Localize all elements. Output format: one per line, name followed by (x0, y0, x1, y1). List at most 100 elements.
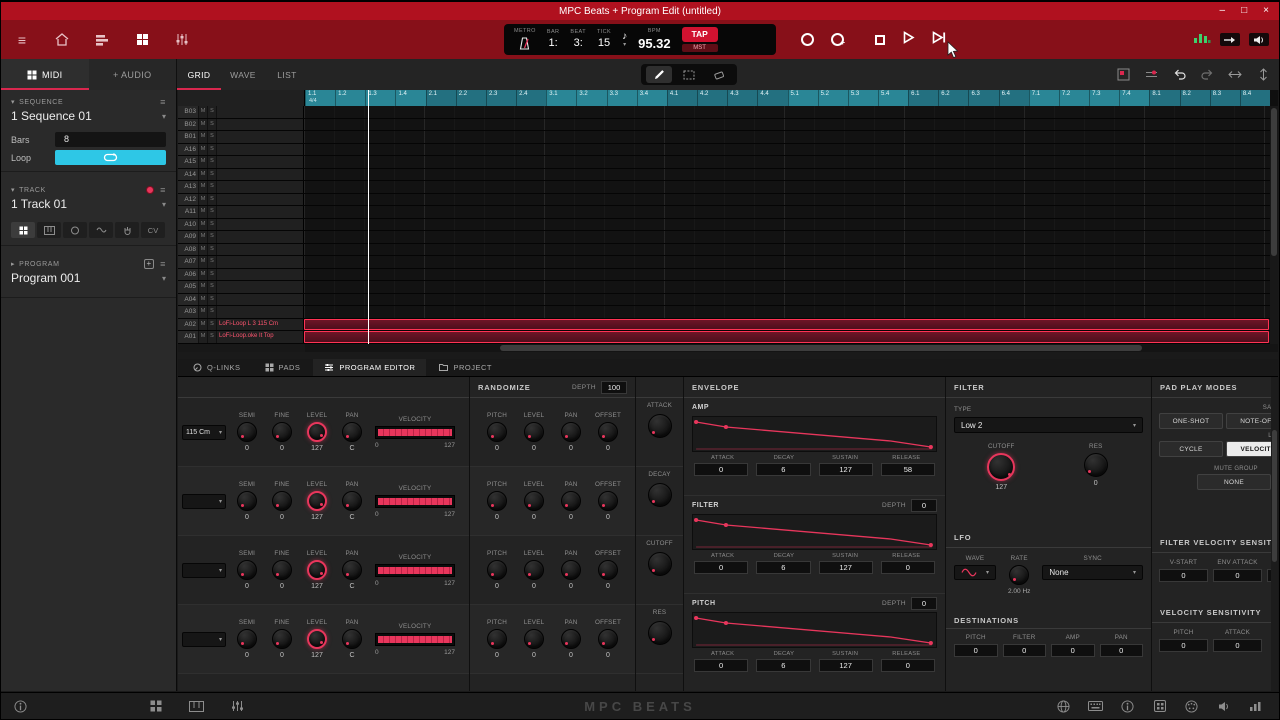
marquee-tool-button[interactable] (676, 66, 702, 83)
note-lane[interactable] (304, 206, 1270, 218)
randomize-offset-knob[interactable] (598, 560, 618, 580)
undo-icon[interactable] (1171, 67, 1187, 83)
solo-button[interactable]: S (207, 256, 216, 268)
track-view-icon[interactable] (93, 31, 111, 49)
ruler-cell[interactable]: 8.2 (1179, 90, 1210, 106)
solo-button[interactable]: S (207, 231, 216, 243)
midi-din-icon[interactable] (1184, 699, 1199, 714)
level-knob[interactable] (307, 491, 327, 511)
mute-button[interactable]: M (198, 106, 207, 118)
ruler-cell[interactable]: 6.3 (968, 90, 999, 106)
destination-amount-field[interactable]: 0 (954, 644, 998, 657)
menu-icon[interactable]: ≡ (13, 31, 31, 49)
solo-button[interactable]: S (207, 281, 216, 293)
ruler-cell[interactable]: 6.1 (908, 90, 939, 106)
velocity-range-slider[interactable] (375, 494, 455, 508)
bars-field[interactable]: 8 (55, 132, 166, 147)
home-icon[interactable] (53, 31, 71, 49)
tab-grid[interactable]: GRID (177, 59, 221, 90)
fine-knob[interactable] (272, 491, 292, 511)
bar-counter[interactable]: BAR 1: (547, 30, 560, 49)
note-lane[interactable] (304, 281, 1270, 293)
ruler-cell[interactable]: 6.4 (998, 90, 1029, 106)
tab-project[interactable]: PROJECT (428, 359, 503, 376)
note-lane[interactable] (304, 193, 1270, 206)
track-row[interactable]: A06 M S (178, 268, 1278, 282)
pad-controller-icon[interactable] (1152, 699, 1167, 714)
track-row[interactable]: A03 M S (178, 306, 1278, 319)
metronome-control[interactable]: METRO (514, 29, 536, 50)
mute-button[interactable]: M (198, 293, 207, 306)
track-row[interactable]: A12 M S (178, 193, 1278, 207)
track-row[interactable]: A01 M S LoFi-Loop.oke It Top (178, 331, 1278, 344)
program-menu-icon[interactable]: ≡ (160, 259, 166, 269)
fine-knob[interactable] (272, 629, 292, 649)
sustain-field[interactable]: 127 (818, 659, 873, 672)
tab-add-audio[interactable]: + AUDIO (89, 59, 177, 90)
track-type-melodic-button[interactable] (89, 222, 113, 238)
solo-button[interactable]: S (207, 306, 216, 318)
randomize-depth-field[interactable]: 100 (601, 380, 627, 394)
filter-velocity-field[interactable]: 0 (1213, 569, 1262, 582)
virtual-keyboard-icon[interactable] (189, 699, 204, 714)
mixer-icon[interactable] (173, 31, 191, 49)
mute-button[interactable]: M (198, 231, 207, 243)
ruler-cell[interactable]: 7.1 (1028, 90, 1059, 106)
randomize-level-knob[interactable] (524, 422, 544, 442)
note-lane[interactable] (304, 306, 1270, 318)
velocity-range-slider[interactable] (375, 425, 455, 439)
ruler-cell[interactable]: 7.2 (1058, 90, 1090, 106)
cycle-button[interactable]: CYCLE (1159, 441, 1223, 457)
randomize-pan-knob[interactable] (561, 629, 581, 649)
note-lane[interactable] (304, 331, 1270, 343)
track-menu-icon[interactable]: ≡ (160, 185, 166, 195)
level-knob[interactable] (307, 560, 327, 580)
destination-amount-field[interactable]: 0 (1099, 644, 1143, 657)
ruler-cell[interactable]: 8.4 (1239, 90, 1270, 106)
note-lane[interactable] (304, 256, 1270, 268)
ruler-cell[interactable]: 5.2 (817, 90, 848, 106)
ruler-cell[interactable]: 5.1 (787, 90, 818, 106)
solo-button[interactable]: S (207, 293, 216, 306)
mute-button[interactable]: M (198, 218, 207, 231)
mute-button[interactable]: M (198, 318, 207, 331)
track-row[interactable]: A05 M S (178, 281, 1278, 294)
mute-button[interactable]: M (198, 206, 207, 218)
attack-field[interactable]: 0 (694, 659, 749, 672)
master-tempo-toggle[interactable]: MST (681, 44, 718, 52)
solo-button[interactable]: S (207, 193, 216, 206)
filter-type-select[interactable]: Low 2 ▾ (954, 417, 1143, 433)
track-type-keys-button[interactable] (37, 222, 61, 238)
tap-tempo-button[interactable]: TAP (681, 27, 718, 42)
note-lane[interactable] (304, 231, 1270, 243)
pencil-tool-button[interactable] (646, 66, 672, 83)
snap-settings-icon[interactable] (1115, 67, 1131, 83)
sustain-field[interactable]: 127 (818, 561, 873, 574)
level-knob[interactable] (307, 422, 327, 442)
mute-group-button[interactable]: NONE (1197, 474, 1271, 490)
ruler-cell[interactable]: 7.4 (1119, 90, 1150, 106)
track-row[interactable]: A02 M S LoFi-Loop L 3 115 Cm (178, 318, 1278, 332)
release-field[interactable]: 0 (880, 561, 935, 574)
mute-button[interactable]: M (198, 256, 207, 268)
program-selector[interactable]: Program 001 ▾ (1, 270, 176, 291)
mute-button[interactable]: M (198, 193, 207, 206)
grid-options-icon[interactable] (1143, 67, 1159, 83)
envelope-graph[interactable] (692, 416, 937, 452)
track-row[interactable]: A13 M S (178, 181, 1278, 194)
track-type-drum-button[interactable] (63, 222, 87, 238)
solo-button[interactable]: S (207, 131, 216, 143)
ruler-cell[interactable]: 2.3 (485, 90, 517, 106)
randomize-pitch-knob[interactable] (487, 422, 507, 442)
solo-button[interactable]: S (207, 168, 216, 181)
randomize-pan-knob[interactable] (561, 560, 581, 580)
eraser-tool-button[interactable] (706, 66, 732, 83)
note-lane[interactable] (304, 131, 1270, 143)
track-row[interactable]: A16 M S (178, 143, 1278, 157)
note-lane[interactable] (304, 143, 1270, 156)
lfo-wave-select[interactable]: ▾ (954, 565, 996, 580)
track-row[interactable]: A10 M S (178, 218, 1278, 232)
decay-field[interactable]: 6 (756, 463, 811, 476)
track-row[interactable]: A11 M S (178, 206, 1278, 219)
help-info-icon[interactable] (1120, 699, 1135, 714)
